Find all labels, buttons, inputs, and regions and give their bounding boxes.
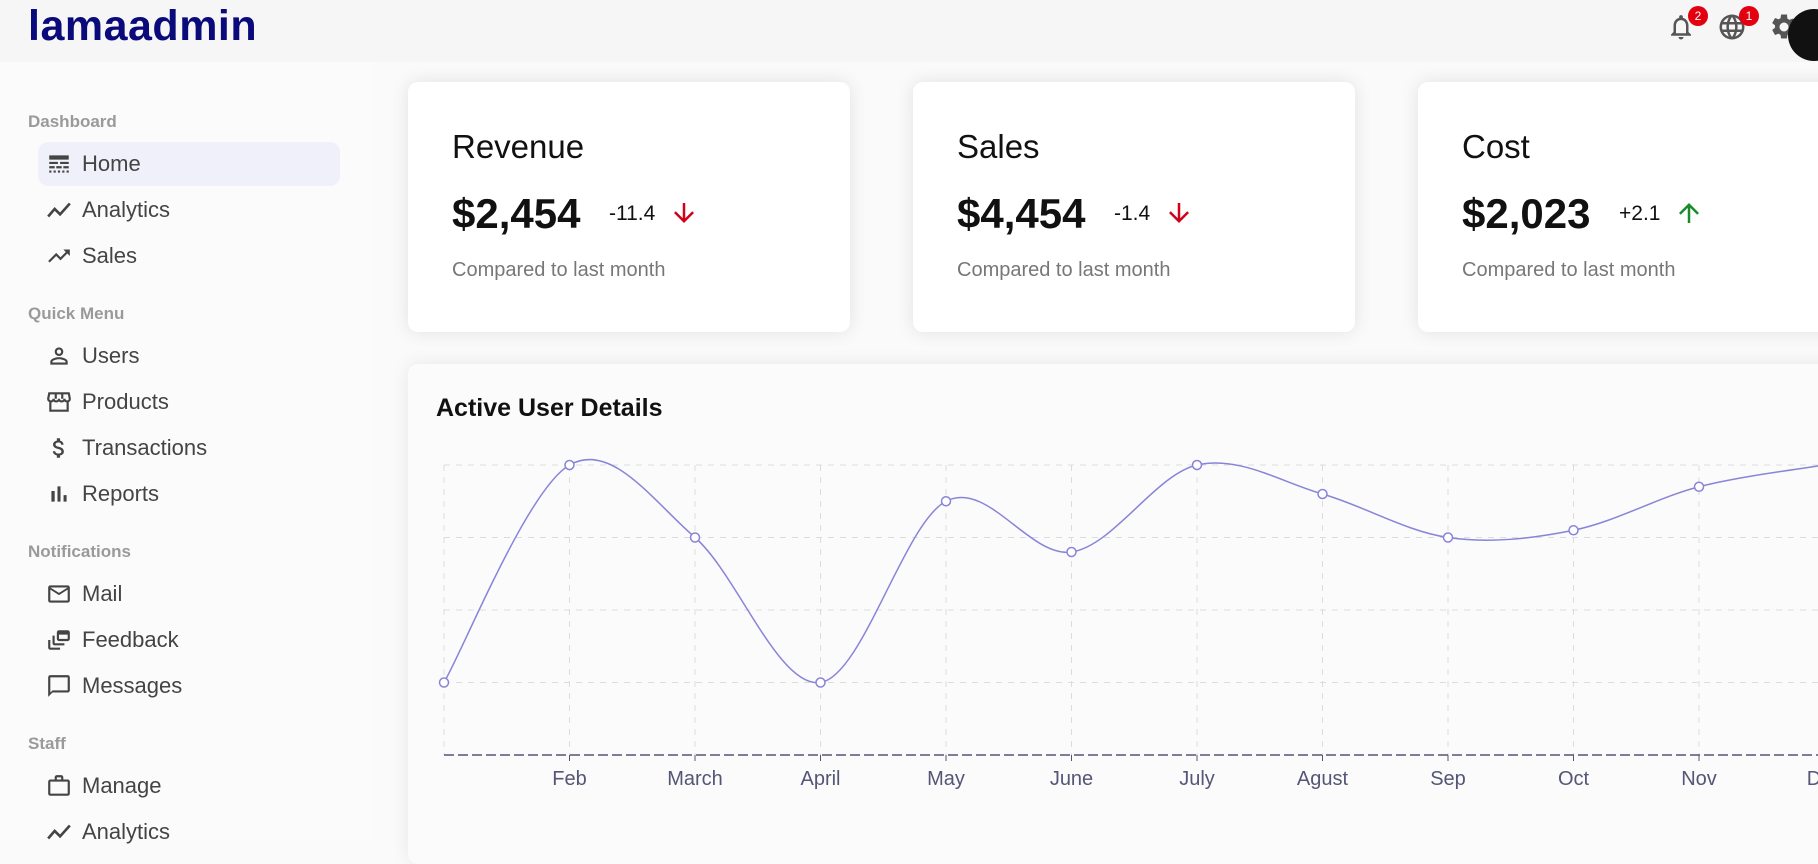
data-point[interactable] xyxy=(1191,459,1203,471)
data-point[interactable] xyxy=(1568,525,1579,536)
x-tick-label: Nov xyxy=(1681,768,1717,790)
data-point[interactable] xyxy=(1442,532,1454,543)
x-tick-label: Agust xyxy=(1297,768,1349,790)
data-point[interactable] xyxy=(940,496,952,507)
data-point[interactable] xyxy=(1317,488,1328,500)
x-tick-label: July xyxy=(1179,768,1215,790)
x-tick-label: Feb xyxy=(552,768,586,790)
data-point[interactable] xyxy=(1693,481,1705,492)
x-tick-label: June xyxy=(1050,768,1093,790)
chart-grid xyxy=(443,464,1818,755)
x-tick-label: Sep xyxy=(1430,768,1466,790)
x-tick-label: March xyxy=(667,768,723,790)
x-tick-label: Oct xyxy=(1558,768,1590,790)
series-line xyxy=(443,458,1818,684)
data-point[interactable] xyxy=(1066,546,1077,558)
data-point[interactable] xyxy=(815,677,826,688)
data-point[interactable] xyxy=(564,459,575,471)
data-point[interactable] xyxy=(689,532,701,543)
x-tick-label: Dec xyxy=(1807,768,1818,790)
data-point[interactable] xyxy=(438,677,450,688)
active-user-line-chart: Feb March April May June July Agust Sep Oct Nov De… xyxy=(438,458,1818,790)
x-tick-label: April xyxy=(800,768,840,790)
x-tick-label: May xyxy=(927,768,965,790)
